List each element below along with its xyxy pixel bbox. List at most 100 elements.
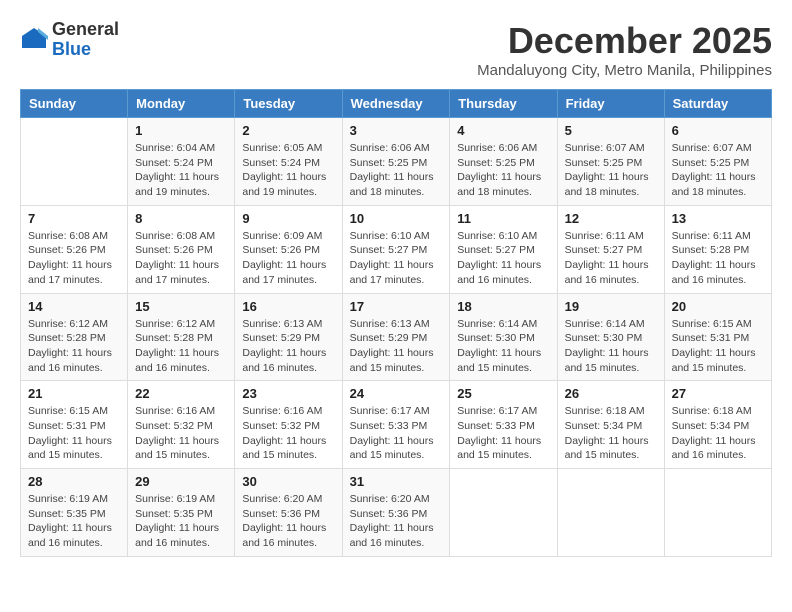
calendar-day-cell: 13Sunrise: 6:11 AM Sunset: 5:28 PM Dayli… bbox=[664, 205, 771, 293]
day-info: Sunrise: 6:16 AM Sunset: 5:32 PM Dayligh… bbox=[135, 404, 227, 463]
day-number: 24 bbox=[350, 386, 443, 401]
day-number: 20 bbox=[672, 299, 764, 314]
calendar-week-row: 21Sunrise: 6:15 AM Sunset: 5:31 PM Dayli… bbox=[21, 381, 772, 469]
calendar-day-cell: 9 Sunrise: 6:09 AM Sunset: 5:26 PM Daylig… bbox=[235, 205, 342, 293]
day-number: 3 bbox=[350, 123, 443, 138]
day-info: Sunrise: 6:18 AM Sunset: 5:34 PM Dayligh… bbox=[672, 404, 764, 463]
calendar-day-cell: 3 Sunrise: 6:06 AM Sunset: 5:25 PM Daylig… bbox=[342, 118, 450, 206]
day-number: 5 bbox=[565, 123, 657, 138]
calendar-header-row: SundayMondayTuesdayWednesdayThursdayFrid… bbox=[21, 90, 772, 118]
day-info: Sunrise: 6:04 AM Sunset: 5:24 PM Dayligh… bbox=[135, 141, 227, 200]
day-number: 27 bbox=[672, 386, 764, 401]
calendar-day-cell: 28 Sunrise: 6:19 AM Sunset: 5:35 PM Dayli… bbox=[21, 469, 128, 557]
day-info: Sunrise: 6:13 AM Sunset: 5:29 PM Dayligh… bbox=[242, 317, 334, 376]
calendar-week-row: 1 Sunrise: 6:04 AM Sunset: 5:24 PM Daylig… bbox=[21, 118, 772, 206]
day-info: Sunrise: 6:20 AM Sunset: 5:36 PM Dayligh… bbox=[242, 492, 334, 551]
calendar-day-cell: 10 Sunrise: 6:10 AM Sunset: 5:27 PM Dayli… bbox=[342, 205, 450, 293]
day-info: Sunrise: 6:19 AM Sunset: 5:35 PM Dayligh… bbox=[28, 492, 120, 551]
calendar-day-cell: 27 Sunrise: 6:18 AM Sunset: 5:34 PM Dayli… bbox=[664, 381, 771, 469]
day-number: 28 bbox=[28, 474, 120, 489]
day-number: 18 bbox=[457, 299, 549, 314]
calendar-day-cell: 21Sunrise: 6:15 AM Sunset: 5:31 PM Dayli… bbox=[21, 381, 128, 469]
logo-icon bbox=[20, 26, 48, 54]
day-info: Sunrise: 6:17 AM Sunset: 5:33 PM Dayligh… bbox=[457, 404, 549, 463]
day-info: Sunrise: 6:14 AM Sunset: 5:30 PM Dayligh… bbox=[457, 317, 549, 376]
day-number: 7 bbox=[28, 211, 120, 226]
day-number: 30 bbox=[242, 474, 334, 489]
day-info: Sunrise: 6:14 AM Sunset: 5:30 PM Dayligh… bbox=[565, 317, 657, 376]
calendar-day-cell: 14 Sunrise: 6:12 AM Sunset: 5:28 PM Dayli… bbox=[21, 293, 128, 381]
weekday-header: Monday bbox=[128, 90, 235, 118]
day-info: Sunrise: 6:19 AM Sunset: 5:35 PM Dayligh… bbox=[135, 492, 227, 551]
day-number: 11 bbox=[457, 211, 549, 226]
day-info: Sunrise: 6:07 AM Sunset: 5:25 PM Dayligh… bbox=[565, 141, 657, 200]
day-number: 9 bbox=[242, 211, 334, 226]
calendar-day-cell: 20 Sunrise: 6:15 AM Sunset: 5:31 PM Dayli… bbox=[664, 293, 771, 381]
day-number: 14 bbox=[28, 299, 120, 314]
calendar-day-cell: 18 Sunrise: 6:14 AM Sunset: 5:30 PM Dayli… bbox=[450, 293, 557, 381]
calendar-day-cell: 26 Sunrise: 6:18 AM Sunset: 5:34 PM Dayli… bbox=[557, 381, 664, 469]
calendar-day-cell: 1 Sunrise: 6:04 AM Sunset: 5:24 PM Daylig… bbox=[128, 118, 235, 206]
day-number: 21 bbox=[28, 386, 120, 401]
calendar-day-cell: 25Sunrise: 6:17 AM Sunset: 5:33 PM Dayli… bbox=[450, 381, 557, 469]
day-info: Sunrise: 6:15 AM Sunset: 5:31 PM Dayligh… bbox=[672, 317, 764, 376]
calendar-day-cell: 19 Sunrise: 6:14 AM Sunset: 5:30 PM Dayli… bbox=[557, 293, 664, 381]
calendar-week-row: 28 Sunrise: 6:19 AM Sunset: 5:35 PM Dayli… bbox=[21, 469, 772, 557]
calendar-day-cell: 11 Sunrise: 6:10 AM Sunset: 5:27 PM Dayli… bbox=[450, 205, 557, 293]
day-info: Sunrise: 6:06 AM Sunset: 5:25 PM Dayligh… bbox=[350, 141, 443, 200]
day-info: Sunrise: 6:08 AM Sunset: 5:26 PM Dayligh… bbox=[28, 229, 120, 288]
day-info: Sunrise: 6:09 AM Sunset: 5:26 PM Dayligh… bbox=[242, 229, 334, 288]
calendar-day-cell: 4 Sunrise: 6:06 AM Sunset: 5:25 PM Daylig… bbox=[450, 118, 557, 206]
day-info: Sunrise: 6:10 AM Sunset: 5:27 PM Dayligh… bbox=[350, 229, 443, 288]
calendar-day-cell: 22 Sunrise: 6:16 AM Sunset: 5:32 PM Dayli… bbox=[128, 381, 235, 469]
day-number: 13 bbox=[672, 211, 764, 226]
calendar-day-cell bbox=[21, 118, 128, 206]
day-number: 26 bbox=[565, 386, 657, 401]
calendar-day-cell: 5 Sunrise: 6:07 AM Sunset: 5:25 PM Daylig… bbox=[557, 118, 664, 206]
location: Mandaluyong City, Metro Manila, Philippi… bbox=[477, 62, 772, 79]
weekday-header: Wednesday bbox=[342, 90, 450, 118]
day-number: 10 bbox=[350, 211, 443, 226]
calendar-day-cell: 30 Sunrise: 6:20 AM Sunset: 5:36 PM Dayli… bbox=[235, 469, 342, 557]
logo: General Blue bbox=[20, 20, 119, 60]
calendar-day-cell: 23Sunrise: 6:16 AM Sunset: 5:32 PM Dayli… bbox=[235, 381, 342, 469]
day-number: 17 bbox=[350, 299, 443, 314]
day-number: 16 bbox=[242, 299, 334, 314]
day-number: 15 bbox=[135, 299, 227, 314]
calendar-day-cell bbox=[557, 469, 664, 557]
day-info: Sunrise: 6:11 AM Sunset: 5:27 PM Dayligh… bbox=[565, 229, 657, 288]
day-number: 6 bbox=[672, 123, 764, 138]
day-info: Sunrise: 6:07 AM Sunset: 5:25 PM Dayligh… bbox=[672, 141, 764, 200]
day-number: 4 bbox=[457, 123, 549, 138]
calendar-day-cell bbox=[664, 469, 771, 557]
calendar-week-row: 14 Sunrise: 6:12 AM Sunset: 5:28 PM Dayli… bbox=[21, 293, 772, 381]
weekday-header: Friday bbox=[557, 90, 664, 118]
day-info: Sunrise: 6:06 AM Sunset: 5:25 PM Dayligh… bbox=[457, 141, 549, 200]
calendar-day-cell: 7 Sunrise: 6:08 AM Sunset: 5:26 PM Daylig… bbox=[21, 205, 128, 293]
calendar-day-cell bbox=[450, 469, 557, 557]
calendar-day-cell: 31Sunrise: 6:20 AM Sunset: 5:36 PM Dayli… bbox=[342, 469, 450, 557]
day-info: Sunrise: 6:13 AM Sunset: 5:29 PM Dayligh… bbox=[350, 317, 443, 376]
title-block: December 2025 Mandaluyong City, Metro Ma… bbox=[477, 20, 772, 79]
calendar-day-cell: 16 Sunrise: 6:13 AM Sunset: 5:29 PM Dayli… bbox=[235, 293, 342, 381]
calendar-day-cell: 17 Sunrise: 6:13 AM Sunset: 5:29 PM Dayli… bbox=[342, 293, 450, 381]
month-title: December 2025 bbox=[477, 20, 772, 62]
day-info: Sunrise: 6:18 AM Sunset: 5:34 PM Dayligh… bbox=[565, 404, 657, 463]
calendar-table: SundayMondayTuesdayWednesdayThursdayFrid… bbox=[20, 89, 772, 557]
weekday-header: Sunday bbox=[21, 90, 128, 118]
day-number: 22 bbox=[135, 386, 227, 401]
day-number: 1 bbox=[135, 123, 227, 138]
calendar-day-cell: 6 Sunrise: 6:07 AM Sunset: 5:25 PM Daylig… bbox=[664, 118, 771, 206]
logo-text: General Blue bbox=[52, 20, 119, 60]
weekday-header: Thursday bbox=[450, 90, 557, 118]
day-info: Sunrise: 6:08 AM Sunset: 5:26 PM Dayligh… bbox=[135, 229, 227, 288]
day-number: 23 bbox=[242, 386, 334, 401]
day-info: Sunrise: 6:10 AM Sunset: 5:27 PM Dayligh… bbox=[457, 229, 549, 288]
day-info: Sunrise: 6:12 AM Sunset: 5:28 PM Dayligh… bbox=[28, 317, 120, 376]
calendar-day-cell: 15Sunrise: 6:12 AM Sunset: 5:28 PM Dayli… bbox=[128, 293, 235, 381]
day-number: 31 bbox=[350, 474, 443, 489]
day-number: 19 bbox=[565, 299, 657, 314]
day-info: Sunrise: 6:05 AM Sunset: 5:24 PM Dayligh… bbox=[242, 141, 334, 200]
calendar-day-cell: 2Sunrise: 6:05 AM Sunset: 5:24 PM Daylig… bbox=[235, 118, 342, 206]
weekday-header: Tuesday bbox=[235, 90, 342, 118]
